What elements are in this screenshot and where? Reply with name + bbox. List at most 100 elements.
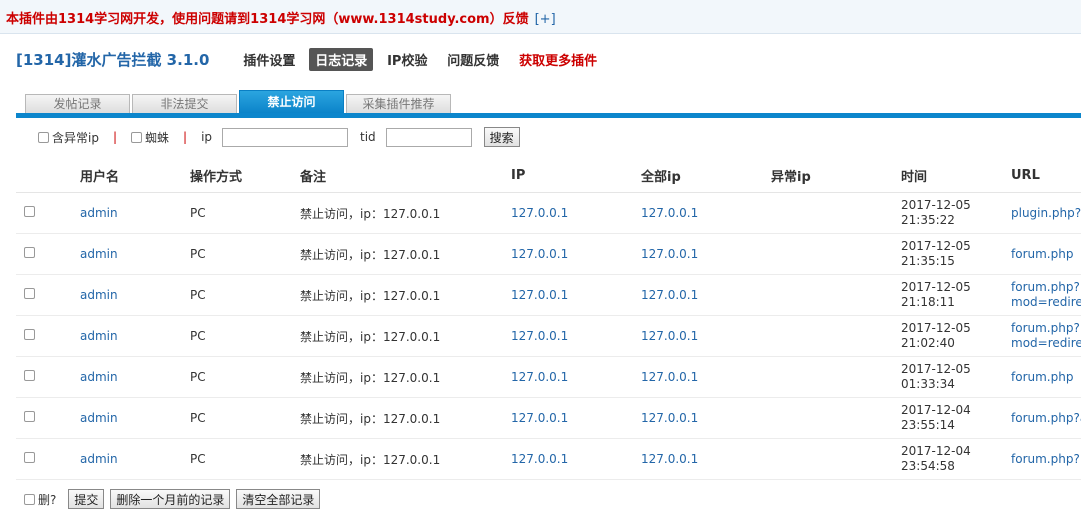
abnormal-ip-cell xyxy=(771,315,901,357)
nav-more-plugins[interactable]: 获取更多插件 xyxy=(513,48,603,71)
abnormal-ip-cell xyxy=(771,438,901,480)
method-cell: PC xyxy=(190,315,300,357)
all-ip-link[interactable]: 127.0.0.1 xyxy=(641,274,771,316)
url-link[interactable]: forum.php? xyxy=(1011,438,1081,480)
url-link[interactable]: forum.php?a xyxy=(1011,397,1081,439)
all-ip-link[interactable]: 127.0.0.1 xyxy=(641,315,771,357)
notice-text: 本插件由1314学习网开发，使用问题请到1314学习网（www.1314stud… xyxy=(6,12,529,27)
table-row: admin PC 禁止访问，ip：127.0.0.1 127.0.0.1 127… xyxy=(16,438,1081,480)
clock-text: 21:35:15 xyxy=(901,254,955,268)
url-link[interactable]: forum.php? mod=redire xyxy=(1011,274,1081,316)
row-checkbox[interactable] xyxy=(24,329,35,340)
url-link[interactable]: forum.php xyxy=(1011,356,1081,398)
col-note: 备注 xyxy=(300,158,511,193)
tab-forbidden-access[interactable]: 禁止访问 xyxy=(239,90,344,114)
spider-label: 蜘蛛 xyxy=(145,130,170,145)
separator: | xyxy=(112,130,117,144)
nav-ip-check[interactable]: IP校验 xyxy=(381,48,433,71)
note-cell: 禁止访问，ip：127.0.0.1 xyxy=(300,356,511,398)
expand-link[interactable]: [+] xyxy=(535,12,556,27)
abnormal-ip-checkbox[interactable] xyxy=(38,131,49,143)
tid-input[interactable] xyxy=(385,127,472,147)
row-checkbox[interactable] xyxy=(24,370,35,381)
nav-log-records[interactable]: 日志记录 xyxy=(309,47,374,71)
ip-link[interactable]: 127.0.0.1 xyxy=(511,438,641,480)
table-row: admin PC 禁止访问，ip：127.0.0.1 127.0.0.1 127… xyxy=(16,356,1081,398)
username-link[interactable]: admin xyxy=(80,438,190,480)
table-row: admin PC 禁止访问，ip：127.0.0.1 127.0.0.1 127… xyxy=(16,274,1081,316)
date-text: 2017-12-05 xyxy=(901,362,971,376)
username-link[interactable]: admin xyxy=(80,356,190,398)
row-checkbox[interactable] xyxy=(24,288,35,299)
ip-link[interactable]: 127.0.0.1 xyxy=(511,397,641,439)
nav-feedback[interactable]: 问题反馈 xyxy=(441,48,505,71)
ip-link[interactable]: 127.0.0.1 xyxy=(511,315,641,357)
date-text: 2017-12-04 xyxy=(901,444,971,458)
time-cell: 2017-12-05 01:33:34 xyxy=(901,356,1011,398)
tab-post-records[interactable]: 发帖记录 xyxy=(25,94,130,114)
username-link[interactable]: admin xyxy=(80,397,190,439)
col-url: URL xyxy=(1011,158,1081,193)
table-header-row: 用户名 操作方式 备注 IP 全部ip 异常ip 时间 URL xyxy=(16,158,1081,193)
username-link[interactable]: admin xyxy=(80,233,190,275)
username-link[interactable]: admin xyxy=(80,315,190,357)
url-link[interactable]: plugin.php?i xyxy=(1011,192,1081,234)
nav-plugin-settings[interactable]: 插件设置 xyxy=(237,48,301,71)
col-username: 用户名 xyxy=(80,158,190,193)
ip-link[interactable]: 127.0.0.1 xyxy=(511,192,641,234)
method-cell: PC xyxy=(190,356,300,398)
row-checkbox[interactable] xyxy=(24,206,35,217)
ip-link[interactable]: 127.0.0.1 xyxy=(511,233,641,275)
all-ip-link[interactable]: 127.0.0.1 xyxy=(641,438,771,480)
all-ip-link[interactable]: 127.0.0.1 xyxy=(641,356,771,398)
row-checkbox[interactable] xyxy=(24,452,35,463)
col-select xyxy=(16,158,80,193)
method-cell: PC xyxy=(190,438,300,480)
top-nav: 插件设置 日志记录 IP校验 问题反馈 获取更多插件 xyxy=(237,47,607,71)
date-text: 2017-12-05 xyxy=(901,280,971,294)
clear-all-button[interactable]: 清空全部记录 xyxy=(236,489,321,509)
date-text: 2017-12-04 xyxy=(901,403,971,417)
tab-collector-recommend[interactable]: 采集插件推荐 xyxy=(346,94,451,114)
clock-text: 23:54:58 xyxy=(901,459,955,473)
delete-month-button[interactable]: 删除一个月前的记录 xyxy=(110,489,231,509)
tid-label: tid xyxy=(360,130,376,144)
abnormal-ip-cell xyxy=(771,233,901,275)
tab-illegal-submit[interactable]: 非法提交 xyxy=(132,94,237,114)
tab-bar: 发帖记录 非法提交 禁止访问 采集插件推荐 xyxy=(25,90,453,114)
ip-link[interactable]: 127.0.0.1 xyxy=(511,356,641,398)
ip-link[interactable]: 127.0.0.1 xyxy=(511,274,641,316)
separator: | xyxy=(183,130,188,144)
clock-text: 23:55:14 xyxy=(901,418,955,432)
all-ip-link[interactable]: 127.0.0.1 xyxy=(641,192,771,234)
time-cell: 2017-12-05 21:35:15 xyxy=(901,233,1011,275)
log-table: 用户名 操作方式 备注 IP 全部ip 异常ip 时间 URL admin PC… xyxy=(16,158,1081,480)
table-row: admin PC 禁止访问，ip：127.0.0.1 127.0.0.1 127… xyxy=(16,233,1081,275)
submit-button[interactable]: 提交 xyxy=(68,489,105,509)
url-link[interactable]: forum.php? mod=redire xyxy=(1011,315,1081,357)
all-ip-link[interactable]: 127.0.0.1 xyxy=(641,397,771,439)
note-cell: 禁止访问，ip：127.0.0.1 xyxy=(300,397,511,439)
row-checkbox[interactable] xyxy=(24,411,35,422)
method-cell: PC xyxy=(190,397,300,439)
note-cell: 禁止访问，ip：127.0.0.1 xyxy=(300,438,511,480)
search-button[interactable]: 搜索 xyxy=(483,127,520,147)
clock-text: 21:02:40 xyxy=(901,336,955,350)
row-checkbox[interactable] xyxy=(24,247,35,258)
time-cell: 2017-12-05 21:18:11 xyxy=(901,274,1011,316)
note-cell: 禁止访问，ip：127.0.0.1 xyxy=(300,315,511,357)
notice-bar: 本插件由1314学习网开发，使用问题请到1314学习网（www.1314stud… xyxy=(0,0,1081,34)
method-cell: PC xyxy=(190,274,300,316)
url-link[interactable]: forum.php xyxy=(1011,233,1081,275)
abnormal-ip-label: 含异常ip xyxy=(52,130,99,145)
spider-checkbox[interactable] xyxy=(131,131,142,143)
delete-checkbox[interactable] xyxy=(24,493,35,505)
date-text: 2017-12-05 xyxy=(901,198,971,212)
note-cell: 禁止访问，ip：127.0.0.1 xyxy=(300,233,511,275)
username-link[interactable]: admin xyxy=(80,192,190,234)
username-link[interactable]: admin xyxy=(80,274,190,316)
all-ip-link[interactable]: 127.0.0.1 xyxy=(641,233,771,275)
clock-text: 21:18:11 xyxy=(901,295,955,309)
ip-input[interactable] xyxy=(222,127,349,147)
plugin-header: [1314]灌水广告拦截 3.1.0 插件设置 日志记录 IP校验 问题反馈 获… xyxy=(16,47,607,71)
